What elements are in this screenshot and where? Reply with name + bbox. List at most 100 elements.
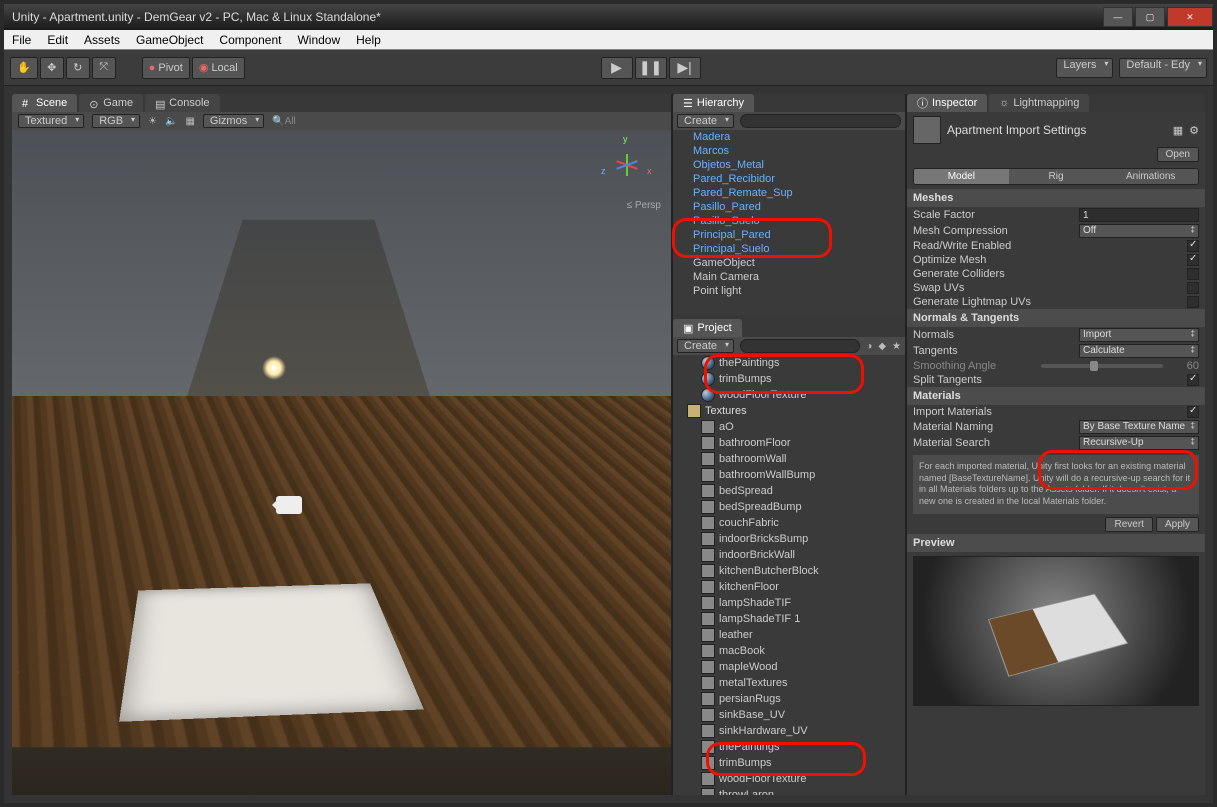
game-tab[interactable]: ⊙Game bbox=[79, 94, 143, 112]
project-texture-item[interactable]: mapleWood bbox=[673, 659, 905, 675]
scene-audio-toggle[interactable]: 🔈 bbox=[165, 116, 177, 127]
project-tab[interactable]: ▣ Project bbox=[673, 319, 742, 337]
pivot-toggle-button[interactable]: ●Pivot bbox=[142, 57, 190, 79]
hierarchy-item[interactable]: Pasillo_Suelo bbox=[673, 214, 905, 228]
scene-search-all[interactable]: 🔍All bbox=[272, 116, 296, 127]
revert-button[interactable]: Revert bbox=[1105, 517, 1152, 532]
project-texture-item[interactable]: kitchenFloor bbox=[673, 579, 905, 595]
menu-help[interactable]: Help bbox=[348, 33, 389, 47]
projection-label[interactable]: ≤ Persp bbox=[627, 200, 661, 211]
project-texture-item[interactable]: trimBumps bbox=[673, 755, 905, 771]
project-texture-item[interactable]: bedSpread bbox=[673, 483, 905, 499]
project-filter-icon[interactable]: ◆ bbox=[878, 341, 886, 352]
light-gizmo-icon[interactable] bbox=[262, 356, 286, 380]
scene-viewport[interactable]: y x z ≤ Persp bbox=[12, 130, 671, 795]
scale-tool-button[interactable]: ⤧ bbox=[92, 57, 116, 79]
hand-tool-button[interactable]: ✋ bbox=[10, 57, 38, 79]
hierarchy-item[interactable]: Pared_Recibidor bbox=[673, 172, 905, 186]
optimize-mesh-checkbox[interactable] bbox=[1187, 254, 1199, 266]
project-texture-item[interactable]: throwLaron bbox=[673, 787, 905, 795]
scale-factor-input[interactable] bbox=[1079, 208, 1199, 222]
hierarchy-item[interactable]: Principal_Pared bbox=[673, 228, 905, 242]
scene-fx-toggle[interactable]: ▦ bbox=[185, 116, 194, 127]
shading-mode-dropdown[interactable]: Textured bbox=[18, 114, 84, 128]
hierarchy-item[interactable]: Pasillo_Pared bbox=[673, 200, 905, 214]
project-texture-item[interactable]: indoorBrickWall bbox=[673, 547, 905, 563]
hierarchy-item[interactable]: Madera bbox=[673, 130, 905, 144]
project-list[interactable]: thePaintingstrimBumpswoodFloorTextureTex… bbox=[673, 355, 905, 795]
layers-dropdown[interactable]: Layers bbox=[1056, 58, 1113, 78]
project-filter-icon[interactable]: ★ bbox=[892, 341, 901, 352]
material-naming-dropdown[interactable]: By Base Texture Name bbox=[1079, 420, 1199, 434]
menu-edit[interactable]: Edit bbox=[39, 33, 76, 47]
tangents-dropdown[interactable]: Calculate bbox=[1079, 344, 1199, 358]
hierarchy-item[interactable]: Main Camera bbox=[673, 270, 905, 284]
camera-gizmo-icon[interactable] bbox=[276, 496, 302, 514]
inspector-help-icon[interactable]: ▦ bbox=[1173, 124, 1183, 137]
gizmos-dropdown[interactable]: Gizmos bbox=[203, 114, 264, 128]
menu-component[interactable]: Component bbox=[211, 33, 289, 47]
project-create-dropdown[interactable]: Create bbox=[677, 339, 734, 353]
generate-colliders-checkbox[interactable] bbox=[1187, 268, 1199, 280]
animations-tab-button[interactable]: Animations bbox=[1103, 169, 1198, 184]
project-texture-item[interactable]: indoorBricksBump bbox=[673, 531, 905, 547]
local-toggle-button[interactable]: ◉Local bbox=[192, 57, 245, 79]
swap-uvs-checkbox[interactable] bbox=[1187, 282, 1199, 294]
hierarchy-tab[interactable]: ☰ Hierarchy bbox=[673, 94, 754, 112]
hierarchy-item[interactable]: Pared_Remate_Sup bbox=[673, 186, 905, 200]
project-texture-item[interactable]: metalTextures bbox=[673, 675, 905, 691]
project-texture-item[interactable]: sinkBase_UV bbox=[673, 707, 905, 723]
window-close-button[interactable]: ✕ bbox=[1167, 7, 1213, 27]
project-texture-item[interactable]: sinkHardware_UV bbox=[673, 723, 905, 739]
split-tangents-checkbox[interactable] bbox=[1187, 374, 1199, 386]
console-tab[interactable]: ▤Console bbox=[145, 94, 219, 112]
project-material-item[interactable]: thePaintings bbox=[673, 355, 905, 371]
model-tab-button[interactable]: Model bbox=[914, 169, 1009, 184]
generate-lightmap-checkbox[interactable] bbox=[1187, 296, 1199, 308]
project-texture-item[interactable]: bathroomWall bbox=[673, 451, 905, 467]
step-button[interactable]: ▶| bbox=[669, 57, 701, 79]
project-texture-item[interactable]: persianRugs bbox=[673, 691, 905, 707]
rotate-tool-button[interactable]: ↻ bbox=[66, 57, 90, 79]
hierarchy-item[interactable]: Objetos_Metal bbox=[673, 158, 905, 172]
lightmapping-tab[interactable]: ☼ Lightmapping bbox=[989, 94, 1089, 112]
import-materials-checkbox[interactable] bbox=[1187, 406, 1199, 418]
read-write-checkbox[interactable] bbox=[1187, 240, 1199, 252]
rig-tab-button[interactable]: Rig bbox=[1009, 169, 1104, 184]
project-material-item[interactable]: woodFloorTexture bbox=[673, 387, 905, 403]
orientation-gizmo[interactable]: y x z bbox=[597, 136, 657, 196]
project-texture-item[interactable]: bedSpreadBump bbox=[673, 499, 905, 515]
window-maximize-button[interactable]: ▢ bbox=[1135, 7, 1165, 27]
menu-file[interactable]: File bbox=[4, 33, 39, 47]
apply-button[interactable]: Apply bbox=[1156, 517, 1199, 532]
project-texture-item[interactable]: couchFabric bbox=[673, 515, 905, 531]
inspector-settings-icon[interactable]: ⚙ bbox=[1189, 124, 1199, 137]
project-folder-item[interactable]: Textures bbox=[673, 403, 905, 419]
render-mode-dropdown[interactable]: RGB bbox=[92, 114, 140, 128]
pause-button[interactable]: ❚❚ bbox=[635, 57, 667, 79]
project-material-item[interactable]: trimBumps bbox=[673, 371, 905, 387]
hierarchy-item[interactable]: Marcos bbox=[673, 144, 905, 158]
scene-light-toggle[interactable]: ☀ bbox=[148, 116, 157, 127]
menu-assets[interactable]: Assets bbox=[76, 33, 128, 47]
hierarchy-search-input[interactable] bbox=[740, 114, 901, 128]
material-search-dropdown[interactable]: Recursive-Up bbox=[1079, 436, 1199, 450]
project-texture-item[interactable]: bathroomWallBump bbox=[673, 467, 905, 483]
project-texture-item[interactable]: bathroomFloor bbox=[673, 435, 905, 451]
project-texture-item[interactable]: kitchenButcherBlock bbox=[673, 563, 905, 579]
project-texture-item[interactable]: lampShadeTIF 1 bbox=[673, 611, 905, 627]
open-asset-button[interactable]: Open bbox=[1157, 147, 1199, 162]
asset-preview[interactable] bbox=[913, 556, 1199, 706]
window-minimize-button[interactable]: — bbox=[1103, 7, 1133, 27]
play-button[interactable]: ▶ bbox=[601, 57, 633, 79]
hierarchy-item[interactable]: Principal_Suelo bbox=[673, 242, 905, 256]
hierarchy-list[interactable]: Madera Marcos Objetos_Metal Pared_Recibi… bbox=[673, 130, 905, 315]
hierarchy-item[interactable]: GameObject bbox=[673, 256, 905, 270]
layout-dropdown[interactable]: Default - Edy bbox=[1119, 58, 1207, 78]
menu-gameobject[interactable]: GameObject bbox=[128, 33, 211, 47]
project-search-input[interactable] bbox=[740, 339, 860, 353]
project-filter-icon[interactable]: ◑ bbox=[866, 341, 872, 352]
mesh-compression-dropdown[interactable]: Off bbox=[1079, 224, 1199, 238]
project-texture-item[interactable]: aO bbox=[673, 419, 905, 435]
project-texture-item[interactable]: woodFloorTexture bbox=[673, 771, 905, 787]
